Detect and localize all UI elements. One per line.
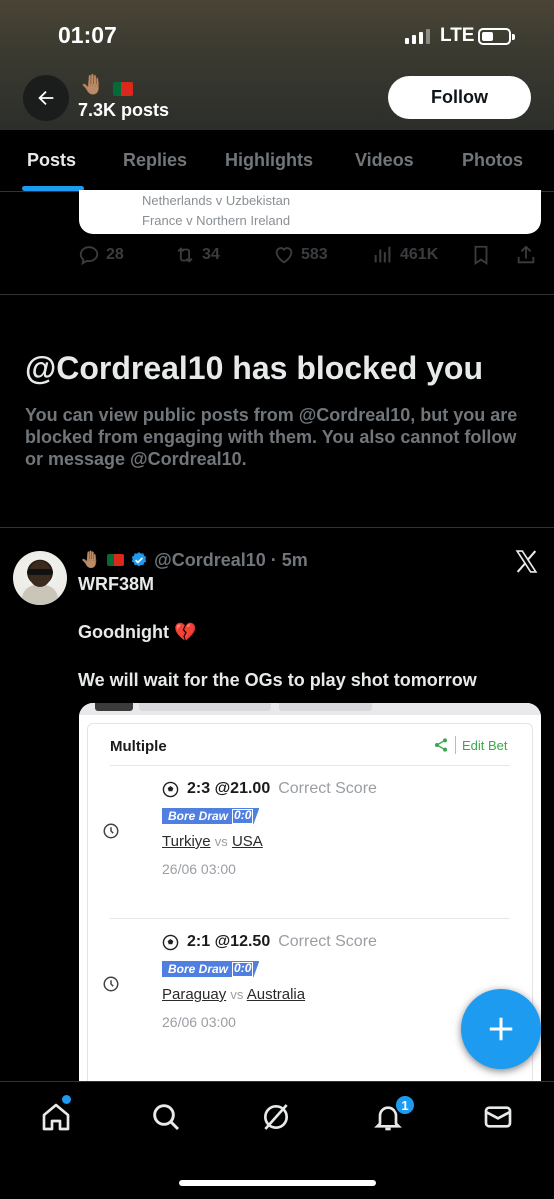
tab-photos[interactable]: Photos xyxy=(462,150,523,171)
home-indicator xyxy=(179,1180,376,1186)
portugal-flag-icon xyxy=(113,82,133,96)
status-time: 01:07 xyxy=(58,22,117,48)
clock-icon xyxy=(103,976,119,992)
card-line: France v Northern Ireland xyxy=(142,213,291,228)
match-teams[interactable]: Paraguay vs Australia xyxy=(162,986,305,1003)
profile-header: 01:07 LTE 🤚🏽 7.3K posts Follow xyxy=(0,0,554,130)
x-logo-icon xyxy=(515,550,538,573)
compose-button[interactable] xyxy=(461,989,541,1069)
match-teams[interactable]: Turkiye vs USA xyxy=(162,833,263,850)
tab-replies[interactable]: Replies xyxy=(123,150,187,171)
post-text-line: We will wait for the OGs to play shot to… xyxy=(78,670,477,690)
views-icon xyxy=(374,246,391,263)
views-button[interactable]: 461K xyxy=(372,244,438,266)
tab-posts[interactable]: Posts xyxy=(27,150,76,171)
match-kickoff: 26/06 03:00 xyxy=(162,861,236,877)
bore-draw-tag: Bore Draw 0:0 xyxy=(162,808,260,824)
edit-bet-button[interactable]: Edit Bet xyxy=(433,736,508,754)
search-icon[interactable] xyxy=(150,1101,182,1133)
reply-count: 28 xyxy=(106,246,124,263)
blocked-title: @Cordreal10 has blocked you xyxy=(25,350,484,386)
posts-count: 7.3K posts xyxy=(78,100,170,120)
hand-emoji: 🤚🏽 xyxy=(80,550,102,569)
portugal-flag-icon xyxy=(107,554,125,566)
divider xyxy=(0,294,554,295)
network-label: LTE xyxy=(440,25,475,46)
bet-type-label: Multiple xyxy=(110,738,167,755)
repost-button[interactable]: 34 xyxy=(174,244,220,266)
bookmark-button[interactable] xyxy=(470,244,492,266)
home-icon[interactable] xyxy=(40,1101,72,1133)
edit-bet-label: Edit Bet xyxy=(462,737,508,753)
bore-draw-tag: Bore Draw 0:0 xyxy=(162,961,260,977)
post-header: 🤚🏽 @Cordreal10 · 5m xyxy=(80,548,308,572)
clock-icon xyxy=(103,823,119,839)
active-tab-indicator xyxy=(22,186,84,191)
heart-icon xyxy=(275,247,293,264)
divider xyxy=(0,527,554,528)
previous-post-card[interactable]: Netherlands v Uzbekistan France v Northe… xyxy=(79,190,541,234)
card-line: Netherlands v Uzbekistan xyxy=(142,193,291,208)
avatar[interactable] xyxy=(13,551,67,605)
football-icon xyxy=(162,934,179,950)
repost-count: 34 xyxy=(202,246,220,263)
follow-button[interactable]: Follow xyxy=(388,76,531,119)
arrow-left-icon xyxy=(38,90,54,106)
reply-icon xyxy=(79,246,99,266)
post-author-name: WRF38M xyxy=(78,574,154,594)
back-button[interactable] xyxy=(23,75,69,121)
share-icon xyxy=(435,738,447,752)
football-icon xyxy=(162,781,179,797)
reply-button[interactable]: 28 xyxy=(78,244,124,266)
hand-emoji: 🤚🏽 xyxy=(80,74,105,96)
post-handle[interactable]: @Cordreal10 · 5m xyxy=(154,550,308,571)
like-count: 583 xyxy=(301,246,328,263)
bottom-nav: 1 xyxy=(0,1081,554,1199)
messages-icon[interactable] xyxy=(482,1101,514,1133)
blocked-description: You can view public posts from @Cordreal… xyxy=(25,405,518,469)
share-icon xyxy=(517,245,535,264)
tab-videos[interactable]: Videos xyxy=(355,150,414,171)
verified-badge-icon xyxy=(132,552,147,567)
battery-icon xyxy=(478,28,515,45)
post-text-line: Goodnight 💔 xyxy=(78,622,197,642)
views-count: 461K xyxy=(400,246,439,263)
profile-tabs: Posts Replies Highlights Videos Photos xyxy=(0,130,554,192)
signal-icon xyxy=(405,28,430,44)
post-actions: 28 34 583 461K xyxy=(78,244,548,270)
match-kickoff: 26/06 03:00 xyxy=(162,1014,236,1030)
grok-icon[interactable] xyxy=(260,1101,292,1133)
selection-pick: 2:1 @12.50 Correct Score xyxy=(162,933,377,951)
plus-icon xyxy=(489,1017,513,1041)
status-bar: 01:07 LTE xyxy=(0,22,554,52)
selection-pick: 2:3 @21.00 Correct Score xyxy=(162,780,377,798)
bookmark-icon xyxy=(474,245,488,265)
share-button[interactable] xyxy=(515,244,537,266)
home-unread-dot xyxy=(62,1095,71,1104)
repost-icon xyxy=(177,247,193,263)
like-button[interactable]: 583 xyxy=(273,244,328,266)
notification-badge: 1 xyxy=(394,1094,416,1116)
tab-highlights[interactable]: Highlights xyxy=(225,150,313,171)
